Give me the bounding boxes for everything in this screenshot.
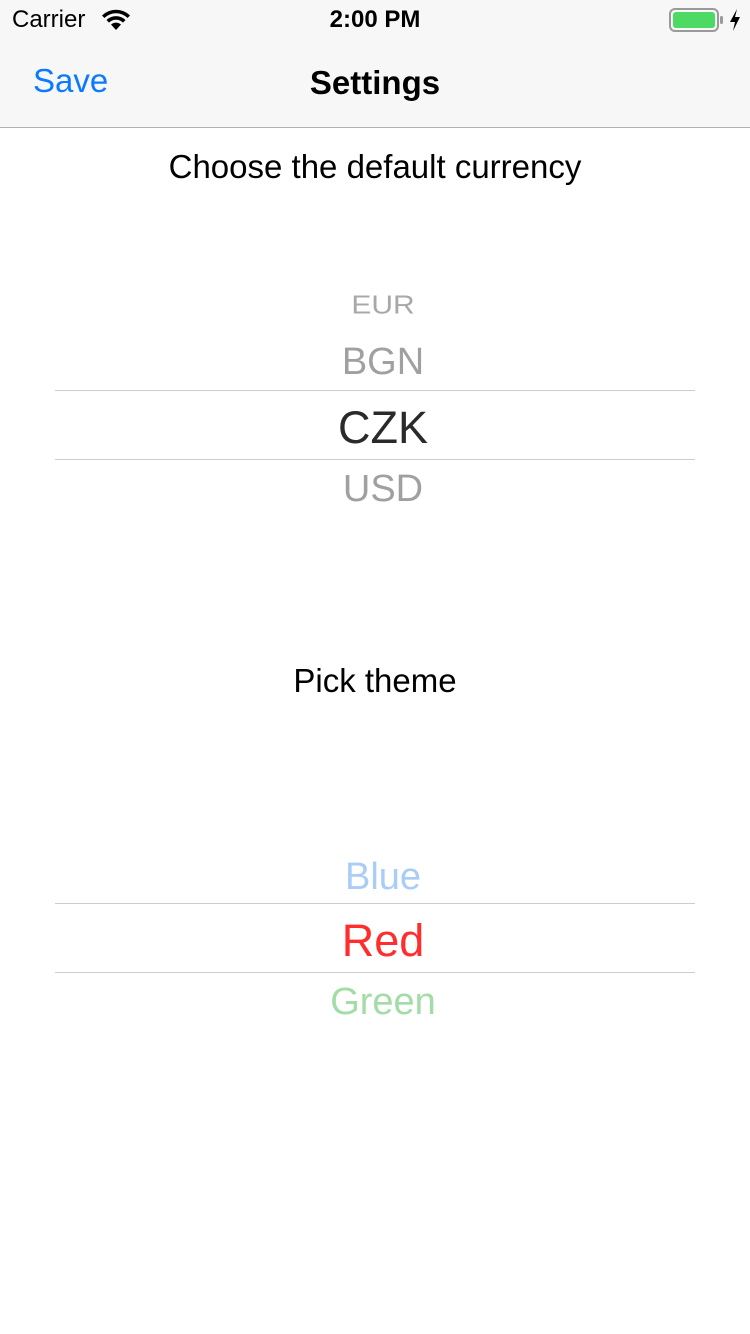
picker-option-bgn[interactable]: BGN (55, 343, 711, 381)
picker-option-czk-selected[interactable]: CZK (55, 405, 711, 450)
theme-picker[interactable]: Blue Red Green (55, 840, 695, 1040)
selection-bottom-divider (55, 972, 695, 973)
status-bar: Carrier 2:00 PM (0, 0, 750, 40)
theme-option-red-selected[interactable]: Red (55, 918, 711, 963)
selection-top-divider (55, 903, 695, 904)
navigation-bar: Save Settings (0, 40, 750, 128)
selection-bottom-divider (55, 459, 695, 460)
picker-option-usd[interactable]: USD (55, 470, 711, 508)
page-title: Settings (309, 64, 441, 101)
charging-bolt-icon (730, 9, 740, 31)
currency-picker[interactable]: EUR BGN CZK USD (55, 270, 695, 530)
battery-icon (669, 8, 723, 32)
currency-label: Choose the default currency (168, 148, 582, 185)
status-time: 2:00 PM (329, 6, 421, 33)
theme-label: Pick theme (293, 662, 457, 699)
theme-option-blue[interactable]: Blue (55, 858, 711, 896)
selection-top-divider (55, 390, 695, 391)
theme-option-green[interactable]: Green (55, 983, 711, 1021)
picker-option-eur[interactable]: EUR (55, 293, 711, 319)
